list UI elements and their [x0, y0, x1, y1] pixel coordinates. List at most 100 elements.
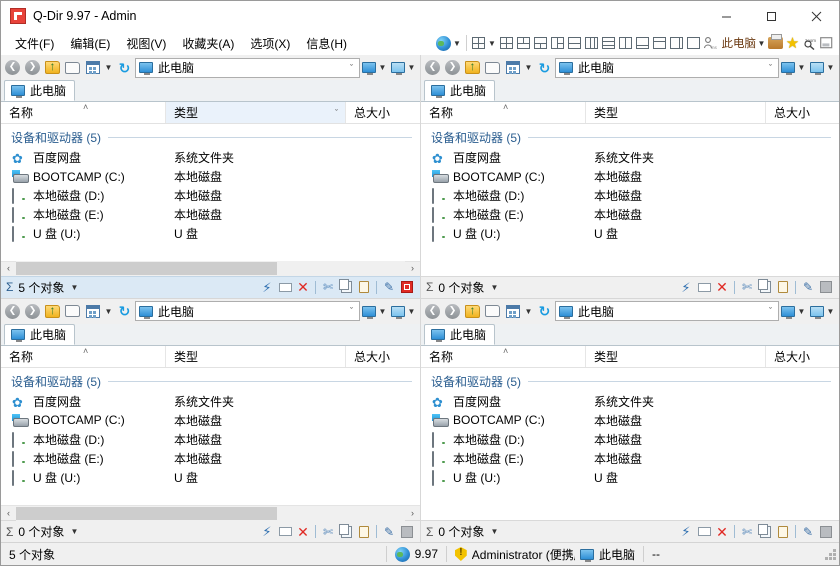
mail-icon[interactable] [695, 278, 713, 296]
mail-icon[interactable] [276, 278, 294, 296]
scroll-track[interactable] [16, 506, 405, 521]
up-folder-icon[interactable] [463, 58, 482, 78]
table-row[interactable]: 本地磁盘 (E:) 本地磁盘 [421, 205, 839, 224]
column-header-size[interactable]: 总大小 [766, 346, 839, 367]
layout-icon-7[interactable] [600, 33, 617, 53]
view-mode-caret-1[interactable]: ▼ [796, 63, 807, 72]
layout-icon-8[interactable] [617, 33, 634, 53]
delete-icon[interactable]: ✕ [294, 278, 312, 296]
table-row[interactable]: 本地磁盘 (E:) 本地磁盘 [1, 205, 420, 224]
minimize-tray-icon[interactable] [818, 33, 835, 53]
forward-icon[interactable]: ❯ [443, 58, 462, 78]
view-mode-button-2[interactable]: ▼ [809, 306, 837, 317]
layout-icon-9[interactable] [634, 33, 651, 53]
quick-action-icon[interactable]: ⚡ [258, 278, 276, 296]
view-grid-icon[interactable] [503, 58, 522, 78]
address-dropdown-caret[interactable]: ˇ [766, 306, 775, 316]
tab-this-pc[interactable]: 此电脑 [4, 324, 75, 345]
table-row[interactable]: U 盘 (U:) U 盘 [421, 224, 839, 243]
cut-icon[interactable]: ✄ [319, 278, 337, 296]
status-version-cell[interactable]: 9.97 [387, 543, 446, 566]
file-list-bottom-right[interactable]: 设备和驱动器 (5) 百度网盘 系统文件夹 BOOTCAMP (C:) 本地磁盘… [421, 368, 839, 506]
quick-action-icon[interactable]: ⚡ [677, 523, 695, 541]
cut-icon[interactable]: ✄ [319, 523, 337, 541]
copy-icon[interactable] [337, 278, 355, 296]
rename-icon[interactable]: ✎ [380, 523, 398, 541]
globe-icon[interactable] [435, 33, 452, 53]
up-folder-icon[interactable] [463, 301, 482, 321]
cut-icon[interactable]: ✄ [738, 278, 756, 296]
column-header-name[interactable]: 名称 ˄ [1, 346, 166, 367]
panel-bottom-left[interactable]: ❮ ❯ ▼ ↻ 此电脑 ˇ ▼ ▼ 此电脑 [1, 299, 421, 543]
address-bar[interactable]: 此电脑 ˇ [555, 58, 779, 78]
view-mode-button-2[interactable]: ▼ [390, 306, 418, 317]
file-list-top-right[interactable]: 设备和驱动器 (5) 百度网盘 系统文件夹 BOOTCAMP (C:) 本地磁盘… [421, 124, 839, 261]
layout-icon-5[interactable] [566, 33, 583, 53]
menu-favorites[interactable]: 收藏夹(A) [174, 32, 242, 55]
horizontal-scrollbar-bottom-left[interactable]: ‹ › [1, 505, 420, 520]
globe-dropdown-caret[interactable]: ▼ [452, 39, 463, 48]
pane-status-caret[interactable]: ▼ [490, 527, 498, 536]
view-dropdown-caret[interactable]: ▼ [103, 63, 114, 72]
view-mode-button-1[interactable]: ▼ [780, 306, 808, 317]
layout-icon-11[interactable] [668, 33, 685, 53]
menu-edit[interactable]: 编辑(E) [62, 32, 118, 55]
quick-action-icon[interactable]: ⚡ [677, 278, 695, 296]
table-row[interactable]: BOOTCAMP (C:) 本地磁盘 [1, 411, 420, 430]
paste-icon[interactable] [355, 523, 373, 541]
copy-icon[interactable] [756, 278, 774, 296]
panel-bottom-right[interactable]: ❮ ❯ ▼ ↻ 此电脑 ˇ ▼ ▼ 此电脑 [421, 299, 839, 543]
file-list-bottom-left[interactable]: 设备和驱动器 (5) 百度网盘 系统文件夹 BOOTCAMP (C:) 本地磁盘… [1, 368, 420, 506]
instance-icon[interactable]: inst [702, 33, 719, 53]
back-icon[interactable]: ❮ [423, 301, 442, 321]
refresh-icon[interactable]: ↻ [115, 58, 134, 78]
table-row[interactable]: 本地磁盘 (D:) 本地磁盘 [1, 430, 420, 449]
view-dropdown-caret[interactable]: ▼ [523, 63, 534, 72]
layout-icon-12[interactable] [685, 33, 702, 53]
rename-icon[interactable]: ✎ [799, 523, 817, 541]
back-icon[interactable]: ❮ [423, 58, 442, 78]
view-grid-icon[interactable] [503, 301, 522, 321]
column-header-name[interactable]: 名称 ˄ [421, 102, 586, 123]
rename-icon[interactable]: ✎ [799, 278, 817, 296]
up-folder-icon[interactable] [43, 301, 62, 321]
maximize-button[interactable] [749, 1, 794, 31]
table-row[interactable]: BOOTCAMP (C:) 本地磁盘 [421, 411, 839, 430]
view-mode-caret-1[interactable]: ▼ [377, 307, 388, 316]
toolbar-target-caret[interactable]: ▼ [756, 39, 767, 48]
view-mode-caret-2[interactable]: ▼ [406, 307, 417, 316]
address-dropdown-caret[interactable]: ˇ [347, 63, 356, 73]
layout-icon-10[interactable] [651, 33, 668, 53]
layout-quad-icon[interactable] [470, 33, 487, 53]
delete-icon[interactable]: ✕ [294, 523, 312, 541]
table-row[interactable]: 本地磁盘 (D:) 本地磁盘 [421, 186, 839, 205]
horizontal-scrollbar-top-left[interactable]: ‹ › [1, 261, 420, 276]
refresh-icon[interactable]: ↻ [115, 301, 134, 321]
paste-icon[interactable] [774, 278, 792, 296]
tab-this-pc[interactable]: 此电脑 [4, 80, 75, 101]
view-grid-icon[interactable] [83, 58, 102, 78]
table-row[interactable]: 本地磁盘 (D:) 本地磁盘 [1, 186, 420, 205]
folder-icon[interactable] [483, 58, 502, 78]
minimize-button[interactable] [704, 1, 749, 31]
pane-status-caret[interactable]: ▼ [70, 283, 78, 292]
view-dropdown-caret[interactable]: ▼ [103, 307, 114, 316]
group-header[interactable]: 设备和驱动器 (5) [1, 127, 420, 148]
view-mode-caret-2[interactable]: ▼ [825, 307, 836, 316]
forward-icon[interactable]: ❯ [23, 58, 42, 78]
layout-icon-2[interactable] [515, 33, 532, 53]
paste-icon[interactable] [355, 278, 373, 296]
table-row[interactable]: 本地磁盘 (E:) 本地磁盘 [421, 449, 839, 468]
mail-icon[interactable] [695, 523, 713, 541]
select-all-icon[interactable] [398, 523, 416, 541]
menu-info[interactable]: 信息(H) [298, 32, 355, 55]
scroll-left-icon[interactable]: ‹ [1, 506, 16, 521]
view-grid-icon[interactable] [83, 301, 102, 321]
toolbar-target-label[interactable]: 此电脑 [722, 35, 757, 51]
pane-status-caret[interactable]: ▼ [490, 283, 498, 292]
layout-icon-3[interactable] [532, 33, 549, 53]
resize-grip[interactable] [824, 548, 836, 560]
group-header[interactable]: 设备和驱动器 (5) [1, 371, 420, 392]
scroll-thumb[interactable] [16, 262, 277, 275]
address-dropdown-caret[interactable]: ˇ [766, 63, 775, 73]
